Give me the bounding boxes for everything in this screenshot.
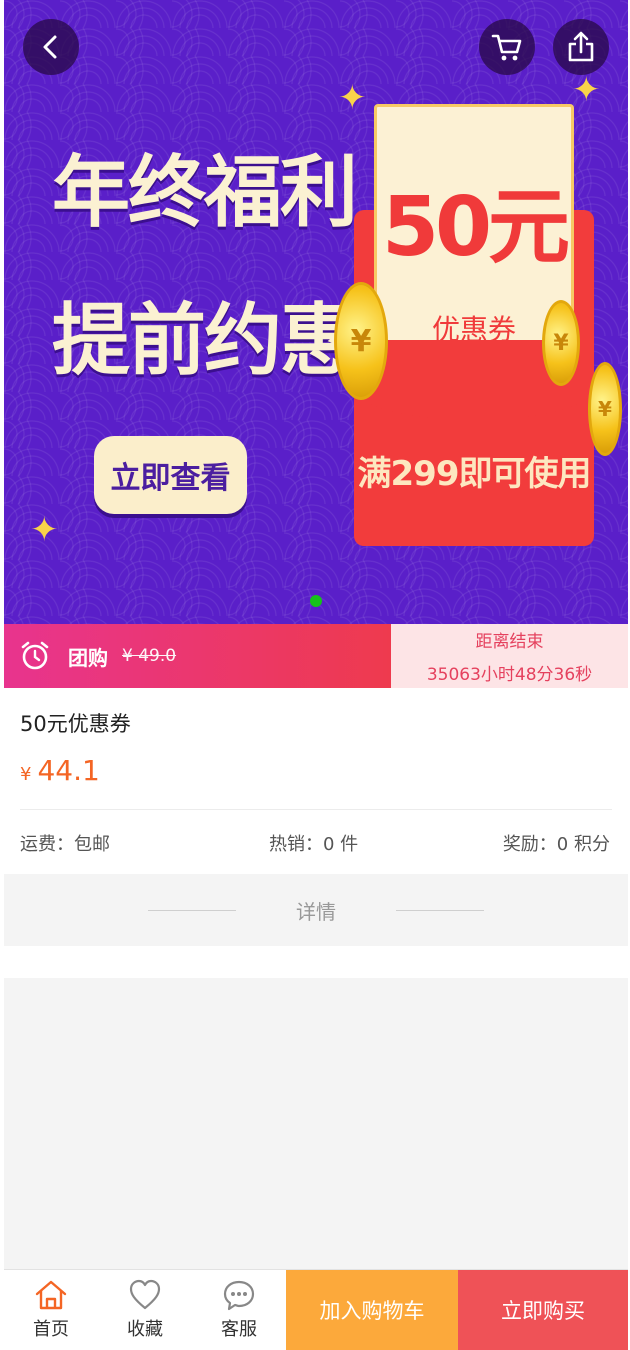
nav-home-label: 首页 (33, 1319, 69, 1340)
coin-icon: ¥ (334, 282, 388, 400)
group-buy-bar: 团购 ¥ 49.0 距离结束 35063小时48分36秒 (4, 624, 628, 688)
nav-favorite-label: 收藏 (127, 1319, 163, 1340)
share-button[interactable] (553, 19, 609, 75)
share-icon (568, 31, 594, 62)
product-price: ¥44.1 (20, 754, 100, 787)
back-button[interactable] (23, 19, 79, 75)
nav-service-label: 客服 (221, 1319, 257, 1340)
coin-icon: ¥ (542, 300, 580, 386)
add-to-cart-button[interactable]: 加入购物车 (286, 1270, 458, 1350)
divider (20, 809, 612, 810)
chat-bubble-icon (223, 1280, 255, 1311)
countdown: 距离结束 35063小时48分36秒 (391, 624, 628, 688)
sparkle-icon: ✦ (338, 78, 367, 118)
countdown-title: 距离结束 (475, 632, 544, 652)
original-price: ¥ 49.0 (122, 646, 177, 666)
cart-button[interactable] (479, 19, 535, 75)
sparkle-icon: ✦ (572, 70, 601, 110)
carousel-indicator[interactable] (310, 595, 322, 607)
view-now-button[interactable]: 立即查看 (94, 436, 247, 514)
details-header: 详情 (4, 874, 628, 946)
coin-icon: ¥ (588, 362, 622, 456)
cart-icon (491, 34, 522, 61)
price-value: 44.1 (37, 754, 100, 787)
nav-home[interactable]: 首页 (4, 1270, 98, 1350)
usage-condition: 满299即可使用 (357, 454, 592, 494)
nav-service[interactable]: 客服 (192, 1270, 286, 1350)
countdown-value: 35063小时48分36秒 (426, 665, 593, 685)
home-icon (35, 1280, 67, 1310)
group-buy-label: 团购 (68, 645, 108, 670)
shipping-info: 运费：包邮 (20, 834, 110, 855)
bottom-action-bar: 首页 收藏 客服 加入购物车 立即购买 (4, 1269, 628, 1350)
divider-line (148, 909, 236, 911)
sales-count: 热销：0 件 (269, 834, 359, 855)
reward-points: 奖励：0 积分 (502, 834, 610, 855)
alarm-clock-icon (21, 641, 49, 670)
currency-symbol: ¥ (20, 764, 32, 785)
banner-headline-2: 提前约惠 (52, 296, 358, 386)
coupon-amount: 50元 (381, 180, 570, 275)
heart-icon (129, 1279, 161, 1310)
banner-headline-1: 年终福利 (52, 148, 358, 238)
buy-now-button[interactable]: 立即购买 (458, 1270, 628, 1350)
product-title: 50元优惠券 (20, 712, 131, 736)
sparkle-icon: ✦ (30, 510, 59, 550)
promo-banner[interactable]: ✦ ✦ ✦ 年终福利 提前约惠 立即查看 50元 优惠券 满299即可使用 ¥ … (4, 0, 628, 624)
details-content (4, 946, 628, 978)
chevron-left-icon (43, 35, 57, 59)
product-info: 50元优惠券 ¥44.1 运费：包邮 热销：0 件 奖励：0 积分 (4, 688, 628, 874)
nav-favorite[interactable]: 收藏 (98, 1270, 192, 1350)
divider-line (396, 909, 484, 911)
group-buy-info: 团购 ¥ 49.0 (4, 624, 391, 688)
details-heading: 详情 (296, 899, 336, 924)
